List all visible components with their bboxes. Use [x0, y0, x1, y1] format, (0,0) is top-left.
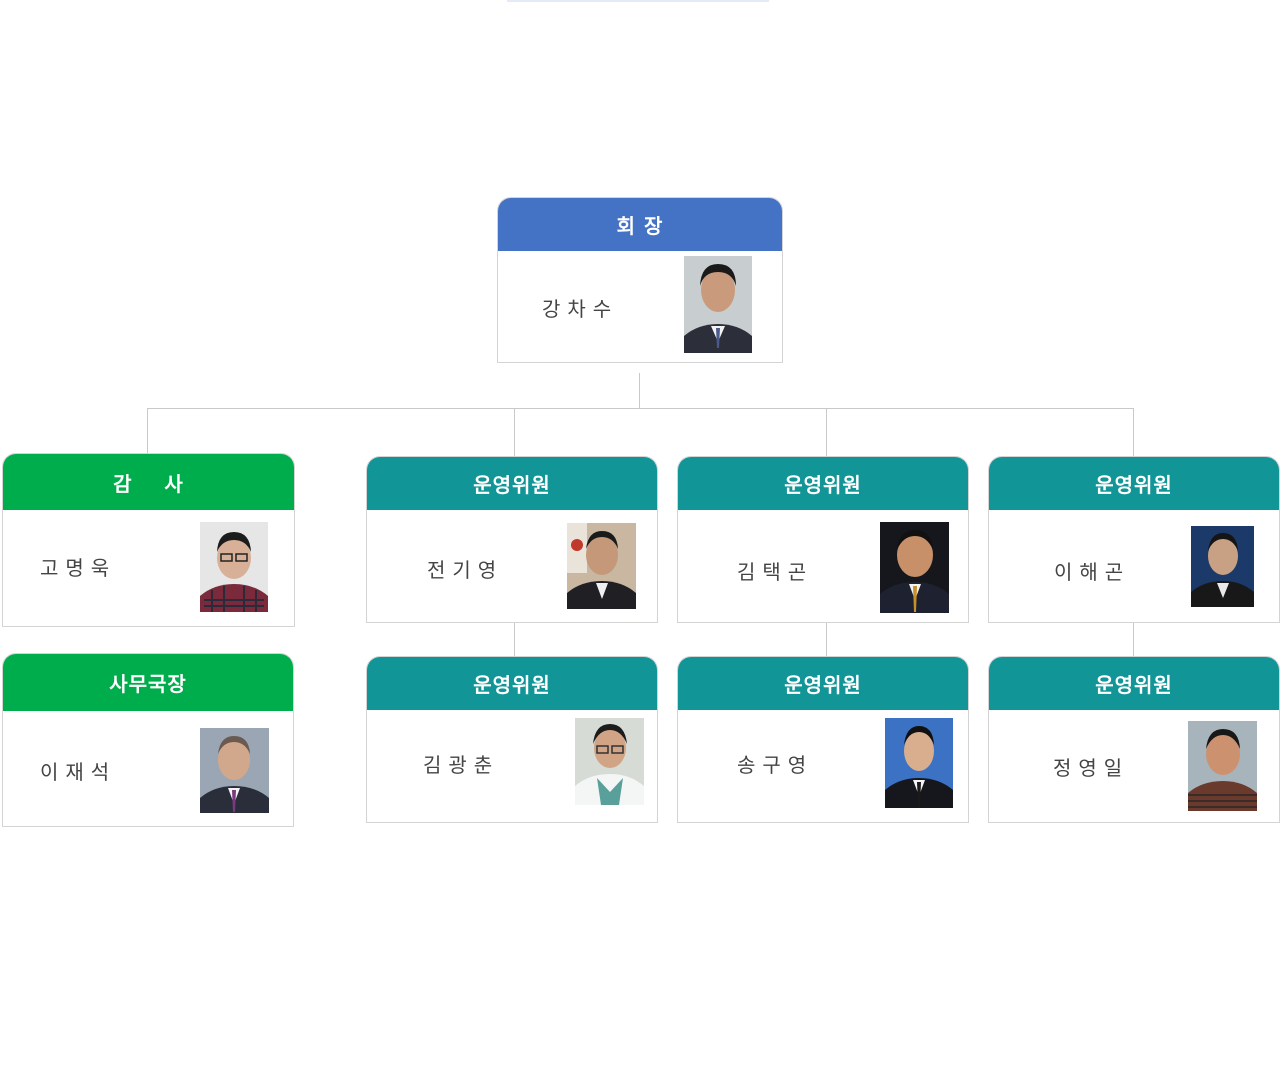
connector-line: [826, 622, 827, 656]
chairman-name: 강차수: [542, 297, 619, 321]
committee-title: 운영위원: [367, 457, 657, 510]
committee-title: 운영위원: [678, 657, 968, 710]
committee-photo: [1188, 721, 1257, 811]
auditor-box: 감 사 고명욱: [2, 453, 295, 627]
secretary-title: 사무국장: [3, 654, 293, 711]
committee-name: 정영일: [1053, 756, 1130, 780]
connector-line: [514, 622, 515, 656]
chairman-box: 회 장 강차수: [497, 197, 783, 363]
committee-box: 운영위원 송구영: [677, 656, 969, 823]
secretary-name: 이재석: [40, 760, 117, 784]
committee-box: 운영위원 전기영: [366, 456, 658, 623]
org-chart: 회 장 강차수 감 사 고명욱 사무국장 이재석 운영위원 전기영 운영위원 김…: [0, 0, 1280, 1073]
secretary-box: 사무국장 이재석: [2, 653, 294, 827]
connector-line: [147, 408, 1134, 409]
connector-line: [639, 373, 640, 409]
committee-photo: [880, 522, 949, 613]
committee-photo: [885, 718, 953, 808]
committee-name: 김광춘: [423, 753, 500, 777]
committee-title: 운영위원: [989, 657, 1279, 710]
committee-box: 운영위원 정영일: [988, 656, 1280, 823]
auditor-photo: [200, 522, 268, 612]
connector-line: [147, 408, 148, 454]
connector-line: [826, 408, 827, 456]
committee-name: 이해곤: [1054, 560, 1131, 584]
chairman-photo: [684, 256, 752, 353]
secretary-photo: [200, 728, 269, 813]
committee-name: 김택곤: [737, 560, 814, 584]
committee-title: 운영위원: [367, 657, 657, 710]
committee-name: 송구영: [737, 753, 814, 777]
committee-box: 운영위원 이해곤: [988, 456, 1280, 623]
auditor-title: 감 사: [3, 454, 294, 510]
committee-box: 운영위원 김광춘: [366, 656, 658, 823]
committee-photo: [1191, 526, 1254, 607]
connector-line: [1133, 622, 1134, 656]
connector-line: [1133, 408, 1134, 456]
committee-title: 운영위원: [678, 457, 968, 510]
committee-box: 운영위원 김택곤: [677, 456, 969, 623]
auditor-name: 고명욱: [40, 556, 117, 580]
committee-photo: [575, 718, 644, 805]
committee-photo: [567, 523, 636, 609]
chairman-title: 회 장: [498, 198, 782, 251]
committee-title: 운영위원: [989, 457, 1279, 510]
connector-line: [514, 408, 515, 456]
committee-name: 전기영: [427, 558, 504, 582]
top-divider: [507, 0, 769, 2]
